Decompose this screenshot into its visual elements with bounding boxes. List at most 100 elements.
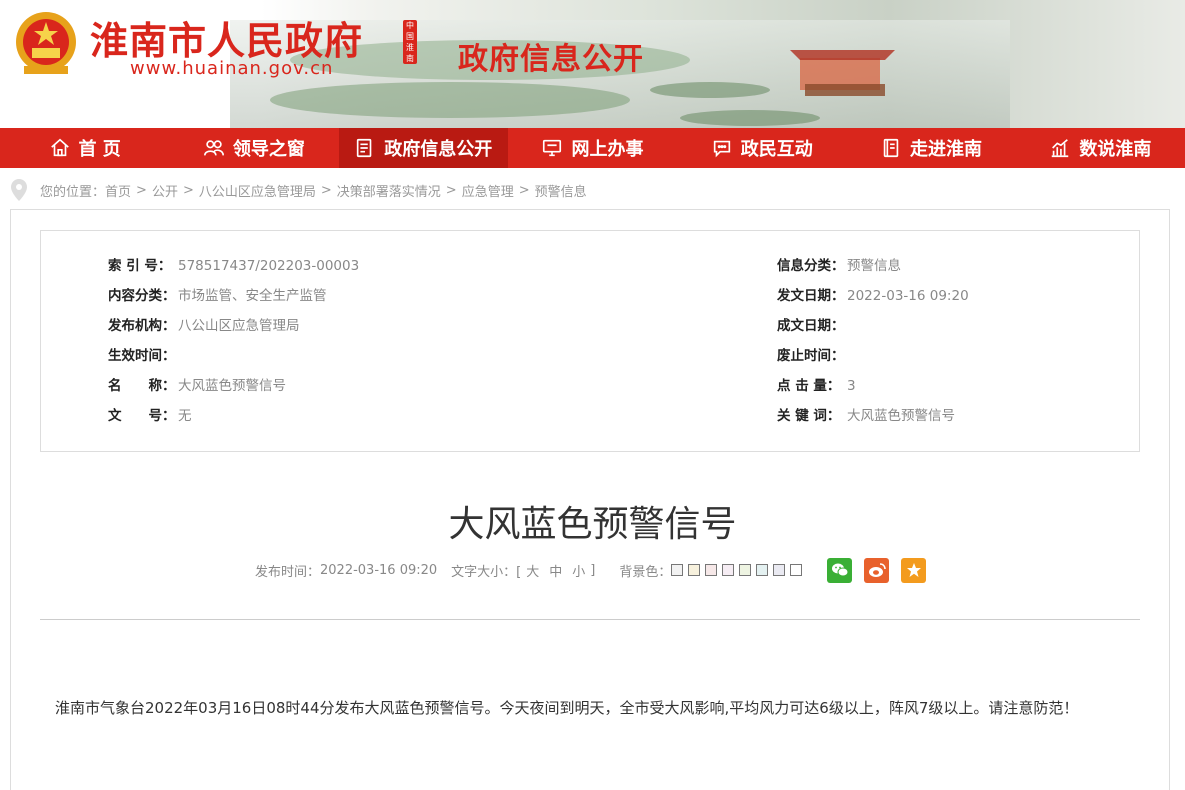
weibo-share-button[interactable]: [864, 557, 890, 583]
meta-label: 索 引 号：: [108, 258, 172, 274]
meta-doc-no: 文 号：无: [108, 406, 192, 426]
breadcrumb-separator: >: [518, 182, 530, 198]
meta-label: 点 击 量：: [777, 378, 841, 394]
site-url[interactable]: www.huainan.gov.cn: [130, 58, 333, 79]
nav-label: 数说淮南: [1079, 139, 1152, 160]
article-body: 淮南市气象台2022年03月16日08时44分发布大风蓝色预警信号。今天夜间到明…: [55, 699, 1079, 717]
meta-index-no: 索 引 号： 578517437/202203-00003: [108, 256, 359, 276]
nav-item-info-disclosure[interactable]: 政府信息公开: [338, 128, 508, 168]
nav-item-interaction[interactable]: 政民互动: [677, 128, 846, 168]
meta-label: 内容分类：: [108, 288, 176, 304]
meta-issue-date: 发文日期： 2022-03-16 09:20: [777, 286, 969, 306]
location-pin-icon: [11, 179, 27, 201]
meta-value: 市场监管、安全生产监管: [178, 288, 327, 304]
meta-value: 2022-03-16 09:20: [847, 288, 969, 304]
meta-value: 无: [178, 408, 192, 424]
meta-value: 578517437/202203-00003: [178, 258, 360, 274]
nav-label: 政府信息公开: [384, 139, 493, 160]
meta-name: 名 称： 大风蓝色预警信号: [108, 376, 286, 396]
background-swatch-1[interactable]: [671, 564, 684, 576]
meta-label: 成文日期：: [777, 318, 845, 334]
site-name[interactable]: 淮南市人民政府: [90, 10, 363, 65]
breadcrumb-separator: >: [136, 182, 147, 198]
meta-label: 废止时间：: [777, 348, 845, 364]
national-emblem-logo: [16, 12, 76, 74]
wechat-icon: [831, 563, 849, 577]
font-size-label: 文字大小：[: [451, 564, 522, 580]
main-nav: 首 页 领导之窗 政府信息公开 网上办事 政民互动 走进淮南 数说淮南: [0, 128, 1185, 168]
breadcrumb-separator: >: [445, 182, 457, 198]
breadcrumb-separator: >: [320, 182, 332, 198]
font-size-large[interactable]: 大: [526, 561, 539, 580]
meta-label: 名 称：: [108, 378, 176, 394]
background-swatch-2[interactable]: [688, 564, 701, 576]
breadcrumb-link-bureau[interactable]: 八公山区应急管理局: [199, 181, 316, 200]
meta-effective-time: 生效时间：: [108, 346, 178, 366]
meta-value: 预警信息: [847, 258, 901, 274]
meta-publisher: 发布机构： 八公山区应急管理局: [108, 316, 300, 336]
meta-label: 生效时间：: [108, 348, 176, 364]
breadcrumb-link-home[interactable]: 首页: [105, 181, 131, 200]
nav-item-home[interactable]: 首 页: [0, 128, 169, 168]
nav-label: 政民互动: [740, 139, 813, 160]
meta-info-category: 信息分类： 预警信息: [777, 256, 901, 276]
nav-label: 网上办事: [571, 139, 644, 160]
font-size-bracket: ]: [590, 562, 596, 578]
nav-item-leaders[interactable]: 领导之窗: [169, 128, 338, 168]
meta-clicks: 点 击 量： 3: [777, 376, 856, 396]
meta-label: 发文日期：: [777, 288, 845, 304]
background-swatch-7[interactable]: [773, 564, 786, 576]
publish-time: 2022-03-16 09:20: [320, 562, 438, 578]
meta-written-date: 成文日期：: [777, 316, 847, 336]
breadcrumb-separator: >: [182, 182, 194, 198]
meta-label: 信息分类：: [777, 258, 845, 274]
meta-content-category: 内容分类： 市场监管、安全生产监管: [108, 286, 327, 306]
article-info-bar: 发布时间： 2022-03-16 09:20 文字大小：[ 大 中 小 ] 背景…: [255, 557, 927, 583]
meta-value: 大风蓝色预警信号: [847, 408, 955, 424]
people-icon: [203, 140, 224, 156]
meta-value: 大风蓝色预警信号: [178, 378, 286, 394]
china-huainan-seal: 中国淮南: [403, 20, 417, 64]
wechat-share-button[interactable]: [827, 557, 853, 583]
document-icon: [357, 138, 372, 158]
nav-label: 走进淮南: [910, 139, 983, 160]
nav-label: 首 页: [78, 139, 121, 160]
book-icon: [883, 138, 899, 158]
weibo-icon: [868, 563, 886, 577]
meta-expire-time: 废止时间：: [777, 346, 847, 366]
publish-time-label: 发布时间：: [255, 564, 321, 580]
background-swatch-8[interactable]: [790, 564, 803, 576]
background-swatch-4[interactable]: [722, 564, 735, 576]
document-metadata-box: 索 引 号： 578517437/202203-00003 内容分类： 市场监管、安…: [40, 230, 1140, 452]
chat-icon: [713, 140, 730, 158]
background-swatch-3[interactable]: [705, 564, 718, 576]
favorite-button[interactable]: [901, 557, 927, 583]
breadcrumb-link-warnings[interactable]: 预警信息: [535, 181, 587, 200]
breadcrumb-link-public[interactable]: 公开: [152, 181, 178, 200]
background-swatch-6[interactable]: [756, 564, 769, 576]
breadcrumb: 您的位置： 首页 > 公开 > 八公山区应急管理局 > 决策部署落实情况 > 应…: [10, 178, 587, 202]
font-size-small[interactable]: 小: [572, 561, 585, 580]
breadcrumb-prefix: 您的位置：: [40, 184, 106, 200]
background-color-label: 背景色：: [619, 564, 672, 580]
section-title: 政府信息公开: [458, 42, 644, 77]
background-swatch-5[interactable]: [739, 564, 752, 576]
article-title: 大风蓝色预警信号: [448, 504, 737, 545]
meta-label: 文 号：: [108, 408, 176, 424]
divider: [40, 619, 1140, 620]
breadcrumb-link-emergency[interactable]: 应急管理: [462, 181, 514, 200]
font-size-medium[interactable]: 中: [549, 561, 562, 580]
meta-value: 3: [847, 378, 856, 394]
nav-item-about-huainan[interactable]: 走进淮南: [846, 128, 1015, 168]
nav-item-online-services[interactable]: 网上办事: [508, 128, 677, 168]
meta-label: 关 键 词：: [777, 408, 841, 424]
nav-label: 领导之窗: [232, 139, 305, 160]
breadcrumb-link-decisions[interactable]: 决策部署落实情况: [337, 181, 441, 200]
bar-chart-icon: [1052, 139, 1069, 158]
favorite-icon: [906, 563, 921, 577]
site-header: 淮南市人民政府 www.huainan.gov.cn 中国淮南 政府信息公开: [0, 0, 1185, 128]
nav-item-data-huainan[interactable]: 数说淮南: [1016, 128, 1185, 168]
home-icon: [50, 138, 69, 157]
meta-keywords: 关 键 词： 大风蓝色预警信号: [777, 406, 955, 426]
monitor-icon: [543, 139, 562, 157]
